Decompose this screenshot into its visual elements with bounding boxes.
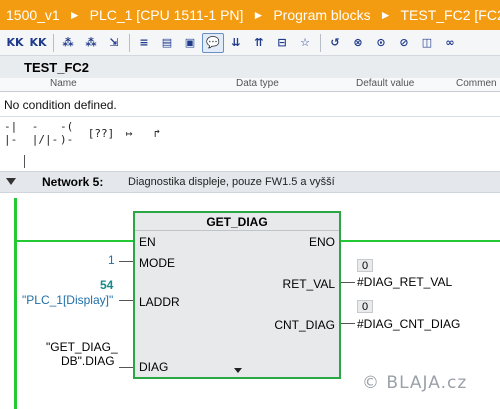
collapse-arrow-icon[interactable] (6, 178, 16, 185)
network-comment[interactable]: Diagnostika displeje, pouze FW1.5 a vyšš… (128, 176, 335, 188)
empty-box-icon[interactable]: [??] (88, 123, 115, 143)
watermark: © BLAJA.cz (362, 373, 468, 393)
comment-icon[interactable]: 💬 (202, 32, 224, 53)
breadcrumb-separator-icon: ► (68, 8, 81, 22)
kk-insert-icon[interactable]: KK (4, 33, 26, 53)
nc-contact-icon[interactable]: -|/|- (32, 120, 59, 146)
ret-val-wire (341, 282, 355, 283)
block-interface-icon[interactable]: ▣ (179, 33, 201, 53)
block-title: GET_DIAG (135, 213, 339, 231)
toolbar-separator (320, 33, 321, 52)
laddr-number: 54 (100, 278, 114, 292)
toolbar-separator (53, 33, 54, 52)
pin-laddr: LADDR (139, 295, 180, 309)
glasses-icon[interactable]: ∞ (439, 33, 461, 53)
breadcrumb-item[interactable]: Program blocks (273, 7, 370, 23)
column-default-value[interactable]: Default value (356, 78, 414, 89)
laddr-wire (119, 300, 133, 301)
breadcrumb-item[interactable]: TEST_FC2 [FC2] (400, 7, 500, 23)
expand-pins-icon[interactable] (234, 368, 242, 373)
cnt-diag-monitor: 0 (357, 300, 373, 313)
pin-diag: DIAG (139, 360, 169, 374)
mode-wire (119, 261, 133, 262)
go-to-network-icon[interactable]: ⇲ (103, 33, 125, 53)
condition-text: No condition defined. (4, 98, 117, 112)
open-branch-icon[interactable]: ↦ (116, 123, 142, 143)
interface-list-icon[interactable]: ≡ (133, 33, 155, 53)
watch-icon[interactable]: ⊗ (347, 33, 369, 53)
block-name: TEST_FC2 (0, 56, 500, 78)
ret-val-monitor: 0 (357, 259, 373, 272)
column-name[interactable]: Name (50, 78, 77, 89)
toolbar-separator (129, 33, 130, 52)
laddr-operand[interactable]: "PLC_1[Display]" (22, 293, 113, 307)
breadcrumb: 1500_v1 ► PLC_1 [CPU 1511-1 PN] ► Program bl… (0, 0, 500, 30)
column-comment[interactable]: Commen (456, 78, 497, 89)
pin-ret-val: RET_VAL (282, 277, 335, 291)
network-title: Network 5: (42, 175, 104, 189)
mode-operand[interactable]: 1 (108, 253, 115, 267)
coil-icon[interactable]: -( )- (60, 120, 86, 146)
network-header[interactable]: Network 5: Diagnostika displeje, pouze F… (0, 171, 500, 193)
kk-remove-icon[interactable]: KK (27, 33, 49, 53)
eno-power-line (341, 240, 500, 242)
insert-network-icon[interactable]: ⁂ (57, 33, 79, 53)
diag-operand-line2[interactable]: DB".DIAG (61, 354, 115, 368)
divider (0, 116, 500, 117)
ret-val-operand[interactable]: #DIAG_RET_VAL (357, 275, 452, 289)
en-power-line (17, 240, 133, 242)
interface-column-headers: Name Data type Default value Commen (0, 78, 500, 92)
pin-en: EN (139, 235, 156, 249)
diag-operand-line1[interactable]: "GET_DIAG_ (46, 340, 118, 354)
reset-icon[interactable]: ⊙ (370, 33, 392, 53)
get-diag-block[interactable]: GET_DIAG EN MODE LADDR DIAG ENO RET_VAL … (133, 211, 341, 379)
text-cursor (24, 155, 25, 168)
favorites-icon[interactable]: ☆ (294, 33, 316, 53)
delete-row-icon[interactable]: ⇈ (248, 33, 270, 53)
cnt-diag-wire (341, 323, 355, 324)
breadcrumb-separator-icon: ► (379, 8, 392, 22)
stop-icon[interactable]: ⊘ (393, 33, 415, 53)
favorites-bar: -| |- -|/|- -( )- [??] ↦ ↱ (0, 120, 172, 146)
insert-row-icon[interactable]: ⇊ (225, 33, 247, 53)
close-branch-icon[interactable]: ↱ (144, 123, 170, 143)
delete-network-icon[interactable]: ⁂ (80, 33, 102, 53)
pin-eno: ENO (308, 235, 335, 249)
interface-table-icon[interactable]: ▤ (156, 33, 178, 53)
cnt-diag-operand[interactable]: #DIAG_CNT_DIAG (357, 317, 460, 331)
editor-toolbar: KK KK ⁂ ⁂ ⇲ ≡ ▤ ▣ 💬 ⇊ ⇈ ⊟ ☆ ↺ ⊗ ⊙ ⊘ ◫ ∞ (0, 30, 500, 56)
diag-wire (119, 367, 133, 368)
power-rail (14, 198, 17, 409)
indent-icon[interactable]: ⊟ (271, 33, 293, 53)
column-data-type[interactable]: Data type (236, 78, 279, 89)
breadcrumb-item[interactable]: 1500_v1 (6, 7, 60, 23)
no-contact-icon[interactable]: -| |- (4, 120, 30, 146)
breakpoint-icon[interactable]: ↺ (324, 33, 346, 53)
pin-mode: MODE (139, 256, 175, 270)
pin-cnt-diag: CNT_DIAG (274, 318, 335, 332)
breadcrumb-item[interactable]: PLC_1 [CPU 1511-1 PN] (90, 7, 244, 23)
monitor-icon[interactable]: ◫ (416, 33, 438, 53)
breadcrumb-separator-icon: ► (252, 8, 265, 22)
